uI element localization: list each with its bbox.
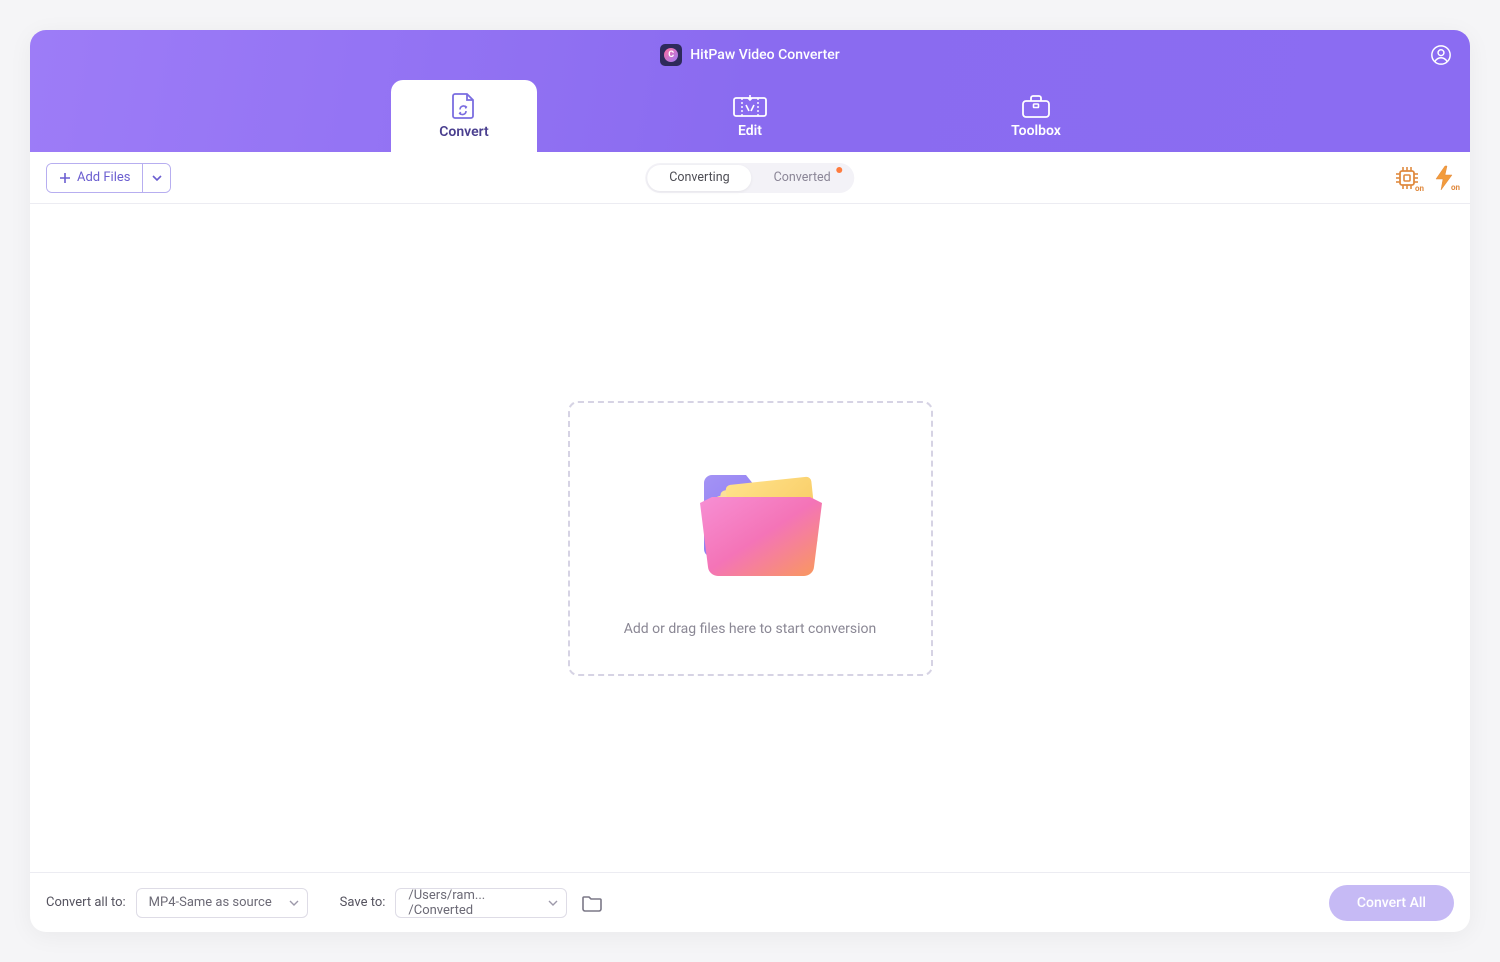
header: C HitPaw Video Converter Convert xyxy=(30,30,1470,152)
folder-illustration xyxy=(650,439,850,609)
add-files-label: Add Files xyxy=(77,170,130,185)
status-segmented: Converting Converted xyxy=(645,163,854,193)
segment-converting[interactable]: Converting xyxy=(647,165,751,191)
toolbar-right: on on xyxy=(1394,165,1454,191)
lightning-toggle-state: on xyxy=(1451,183,1460,192)
profile-button[interactable] xyxy=(1430,44,1452,66)
chevron-down-icon xyxy=(548,900,558,906)
gpu-toggle-state: on xyxy=(1415,184,1424,193)
chevron-down-icon xyxy=(152,175,162,181)
app-title: HitPaw Video Converter xyxy=(690,47,840,63)
folder-icon xyxy=(582,894,602,912)
convert-all-format-value: MP4-Same as source xyxy=(149,895,272,910)
toolbox-icon xyxy=(1021,93,1051,119)
main-area: Add or drag files here to start conversi… xyxy=(30,204,1470,872)
save-to-value: /Users/ram... /Converted xyxy=(408,888,536,918)
tab-edit[interactable]: Edit xyxy=(677,80,823,152)
gpu-toggle[interactable]: on xyxy=(1394,165,1420,191)
segment-converted-label: Converted xyxy=(774,170,831,185)
add-files-dropdown[interactable] xyxy=(142,164,170,192)
dropzone-text: Add or drag files here to start conversi… xyxy=(624,621,877,637)
edit-icon xyxy=(732,93,768,119)
convert-all-button-label: Convert All xyxy=(1357,895,1426,911)
tab-edit-label: Edit xyxy=(738,123,762,139)
open-folder-button[interactable] xyxy=(577,888,607,918)
app-window: C HitPaw Video Converter Convert xyxy=(30,30,1470,932)
title-bar: C HitPaw Video Converter xyxy=(30,30,1470,80)
notification-dot xyxy=(837,167,843,173)
tab-toolbox[interactable]: Toolbox xyxy=(963,80,1109,152)
segment-converted[interactable]: Converted xyxy=(752,165,853,191)
dropzone[interactable]: Add or drag files here to start conversi… xyxy=(568,401,933,676)
save-to-label: Save to: xyxy=(340,895,386,910)
app-logo-letter: C xyxy=(664,48,678,62)
convert-all-format-select[interactable]: MP4-Same as source xyxy=(136,888,308,918)
tab-toolbox-label: Toolbox xyxy=(1011,123,1061,139)
save-to-select[interactable]: /Users/ram... /Converted xyxy=(395,888,567,918)
tab-convert[interactable]: Convert xyxy=(391,80,537,152)
toolbar: Add Files Converting Converted xyxy=(30,152,1470,204)
convert-all-to-label: Convert all to: xyxy=(46,895,126,910)
main-tabs: Convert Edit Toolbox xyxy=(30,80,1470,152)
document-convert-icon xyxy=(449,92,479,120)
chevron-down-icon xyxy=(289,900,299,906)
user-icon xyxy=(1430,44,1452,66)
footer: Convert all to: MP4-Same as source Save … xyxy=(30,872,1470,932)
lightning-toggle[interactable]: on xyxy=(1434,165,1454,191)
app-logo: C xyxy=(660,44,682,66)
plus-icon xyxy=(59,172,71,184)
segment-converting-label: Converting xyxy=(669,170,729,185)
tab-convert-label: Convert xyxy=(439,124,488,140)
add-files-group: Add Files xyxy=(46,163,171,193)
convert-all-button[interactable]: Convert All xyxy=(1329,885,1454,921)
add-files-button[interactable]: Add Files xyxy=(47,164,142,192)
